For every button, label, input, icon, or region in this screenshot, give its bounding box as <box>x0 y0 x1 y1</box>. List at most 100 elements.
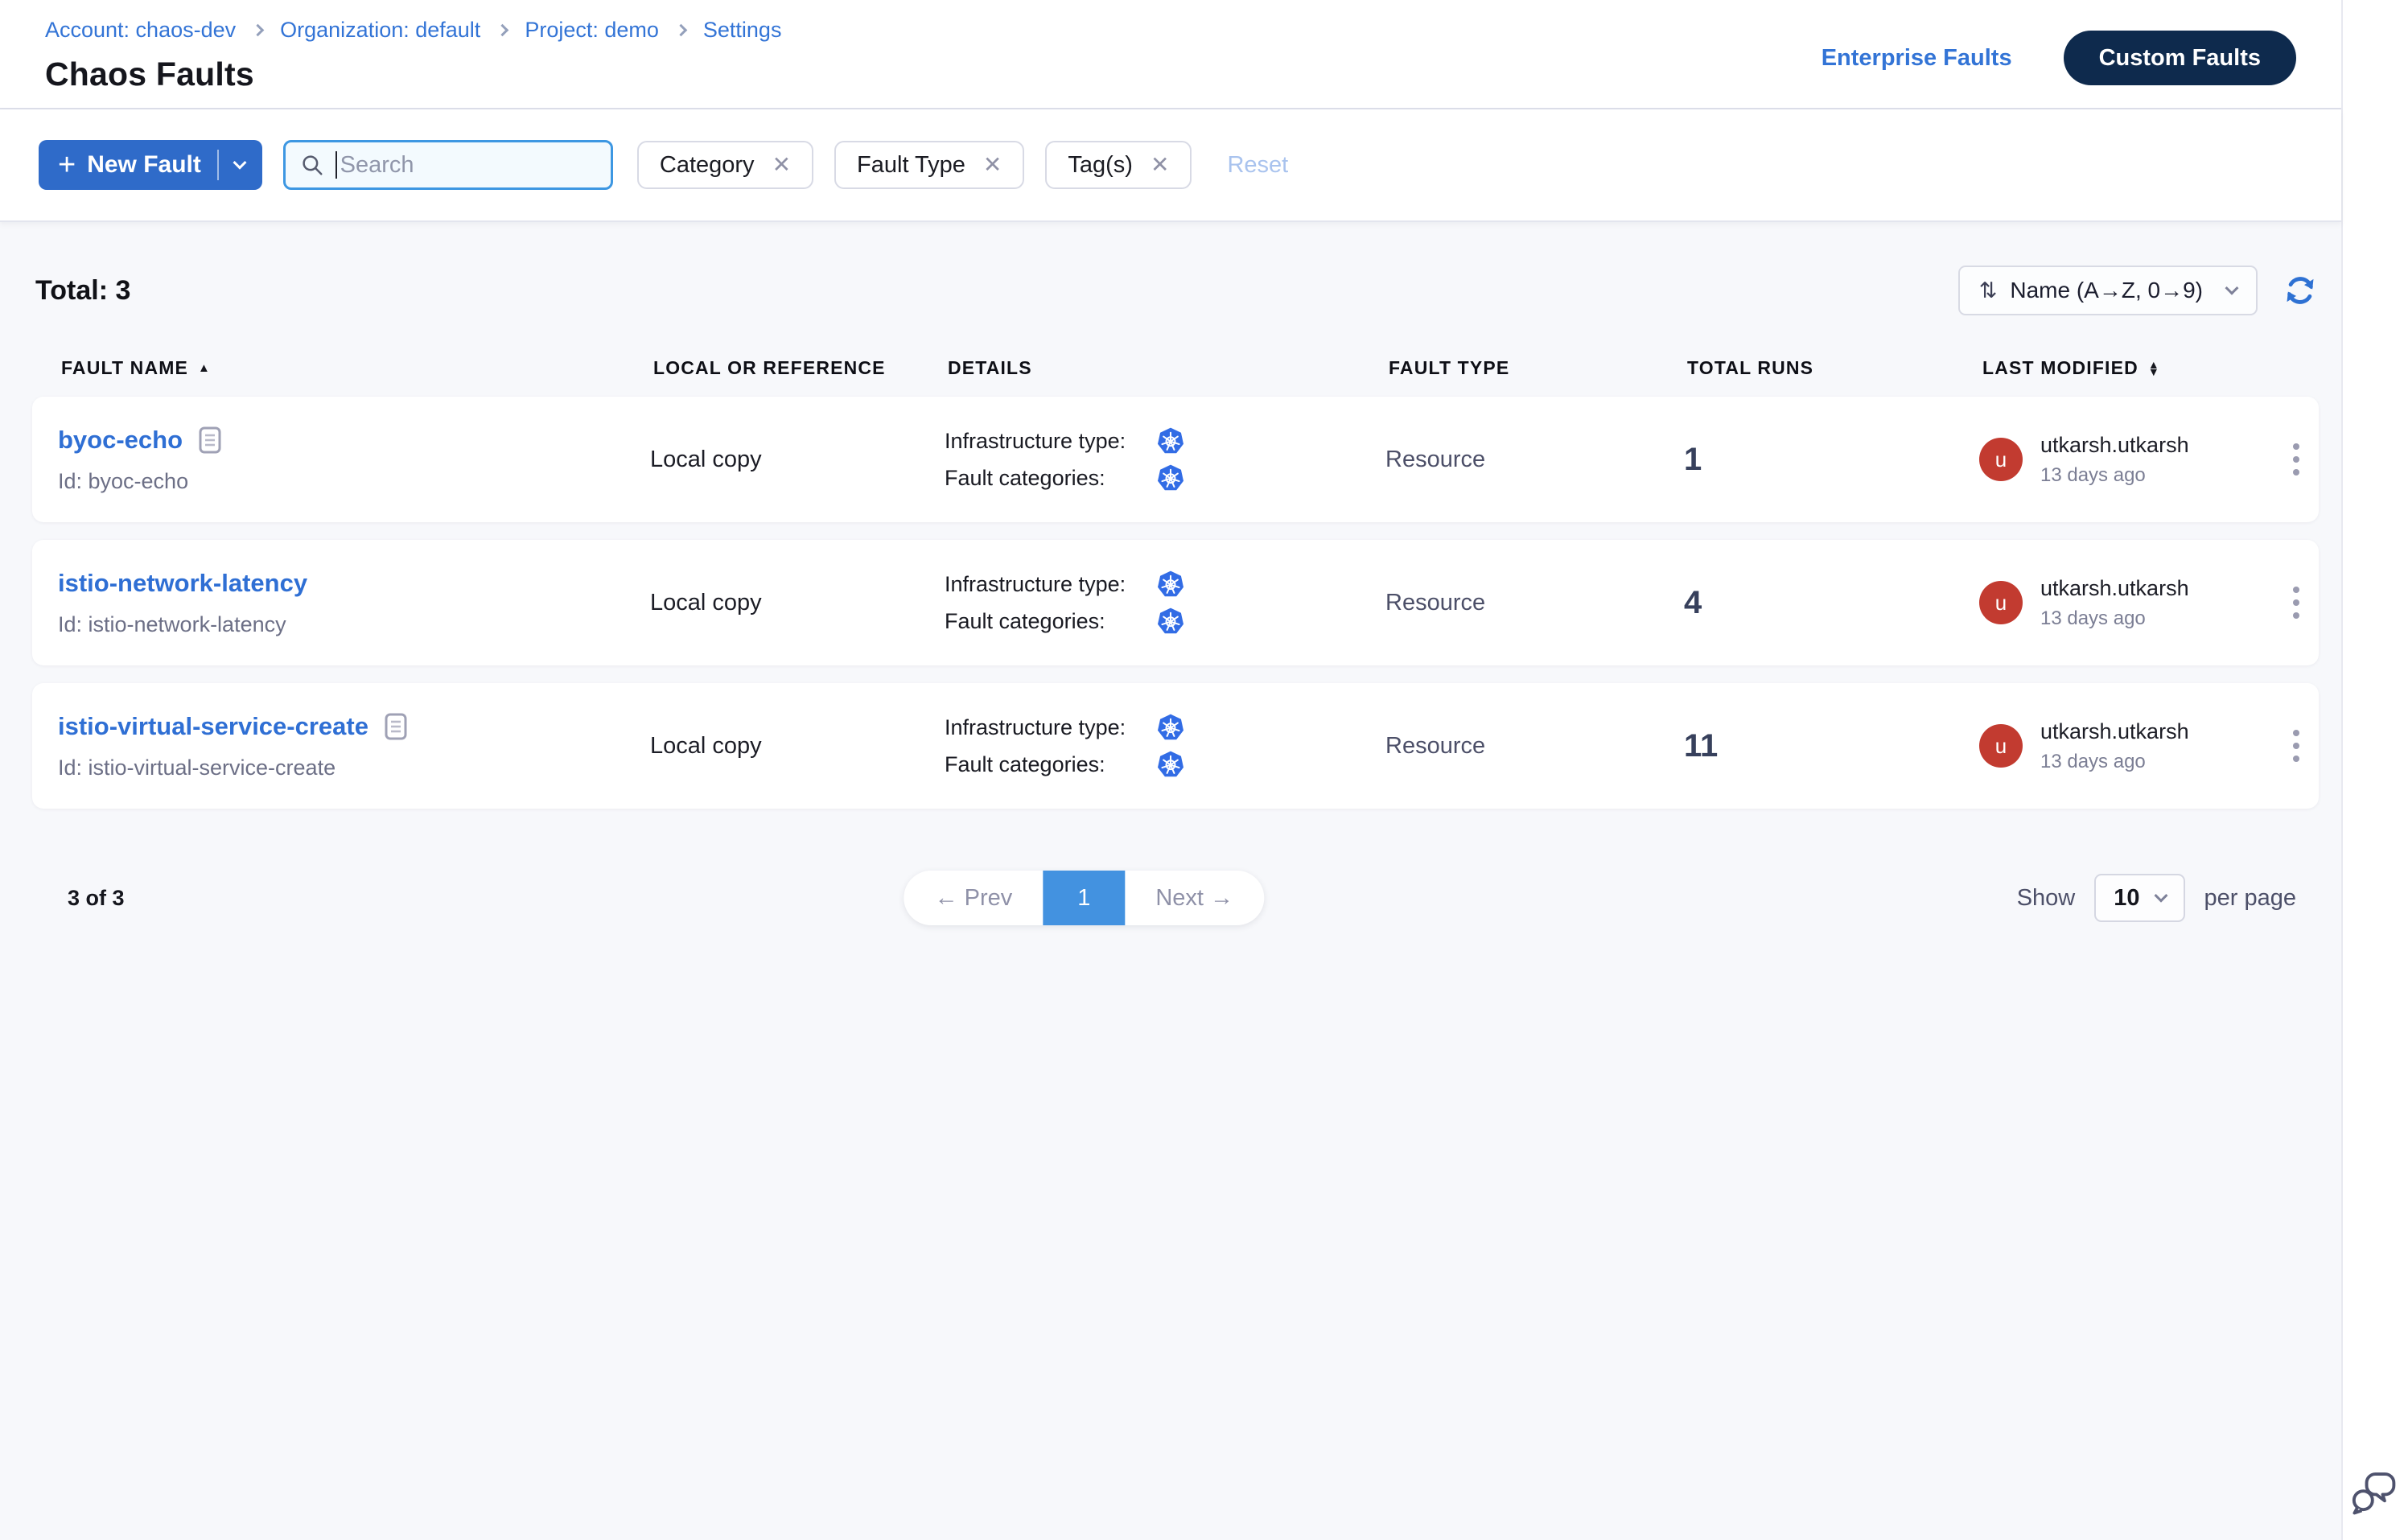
description-icon <box>385 713 407 740</box>
avatar: u <box>1979 438 2023 481</box>
sort-select[interactable]: ⇅ Name (A→Z, 0→9) <box>1958 266 2258 315</box>
column-header-total-runs: TOTAL RUNS <box>1687 357 1982 379</box>
new-fault-button[interactable]: + New Fault <box>39 140 262 190</box>
fault-type-cell: Resource <box>1385 590 1684 616</box>
last-modified-cell: u utkarsh.utkarsh 13 days ago <box>1979 576 2285 630</box>
fault-categories-label: Fault categories: <box>945 466 1138 491</box>
column-header-last-modified[interactable]: LAST MODIFIED ▲▼ <box>1982 357 2288 379</box>
kubernetes-icon <box>1157 427 1184 455</box>
fault-id: Id: istio-virtual-service-create <box>58 756 650 780</box>
show-label: Show <box>2017 885 2076 912</box>
fault-categories-label: Fault categories: <box>945 752 1138 777</box>
column-header-local-or-reference: LOCAL OR REFERENCE <box>653 357 948 379</box>
filter-chips: Category ✕ Fault Type ✕ Tag(s) ✕ <box>637 141 1192 189</box>
description-icon <box>199 426 221 454</box>
table-header-row: FAULT NAME ▲ LOCAL OR REFERENCE DETAILS … <box>32 357 2319 379</box>
chat-bubbles-icon <box>2350 1470 2397 1515</box>
infrastructure-type-label: Infrastructure type: <box>945 572 1138 597</box>
avatar: u <box>1979 724 2023 768</box>
close-icon[interactable]: ✕ <box>983 154 1002 176</box>
kubernetes-icon <box>1157 464 1184 492</box>
breadcrumb-project-link[interactable]: Project: demo <box>525 18 659 43</box>
chevron-down-icon <box>2154 889 2167 903</box>
refresh-button[interactable] <box>2282 272 2319 309</box>
total-runs-cell: 4 <box>1684 585 1979 621</box>
total-runs-cell: 11 <box>1684 728 1979 764</box>
row-menu-button[interactable] <box>2285 722 2307 770</box>
row-menu-button[interactable] <box>2285 579 2307 627</box>
modified-by: utkarsh.utkarsh <box>2040 576 2189 601</box>
column-label: FAULT TYPE <box>1389 357 1509 379</box>
modified-time: 13 days ago <box>2040 751 2189 773</box>
fault-id: Id: byoc-echo <box>58 469 650 494</box>
chevron-right-icon <box>252 24 265 37</box>
pager: ← Prev 1 Next → <box>904 871 1264 925</box>
search-input[interactable] <box>340 152 596 179</box>
last-modified-cell: u utkarsh.utkarsh 13 days ago <box>1979 433 2285 487</box>
fault-name-cell: istio-network-latency Id: istio-network-… <box>58 569 650 637</box>
modified-time: 13 days ago <box>2040 464 2189 487</box>
modified-by: utkarsh.utkarsh <box>2040 433 2189 458</box>
page-size-controls: Show 10 per page <box>2017 874 2296 922</box>
fault-row-byoc-echo[interactable]: byoc-echo Id: byoc-echo Local copy Infra… <box>32 397 2319 522</box>
column-label: LOCAL OR REFERENCE <box>653 357 886 379</box>
total-count: Total: 3 <box>35 275 130 307</box>
close-icon[interactable]: ✕ <box>1151 154 1169 176</box>
filter-chip-category[interactable]: Category ✕ <box>637 141 813 189</box>
fault-name-link[interactable]: istio-network-latency <box>58 569 307 598</box>
infrastructure-type-label: Infrastructure type: <box>945 715 1138 740</box>
header-actions: Enterprise Faults Custom Faults <box>1822 31 2296 85</box>
reset-filters-button[interactable]: Reset <box>1227 152 1288 179</box>
custom-faults-button[interactable]: Custom Faults <box>2064 31 2296 85</box>
page-1-button[interactable]: 1 <box>1043 871 1125 925</box>
prev-page-button[interactable]: ← Prev <box>904 871 1044 925</box>
page-header: Account: chaos-dev Organization: default… <box>0 0 2341 109</box>
sort-controls: ⇅ Name (A→Z, 0→9) <box>1958 266 2319 315</box>
kubernetes-icon <box>1157 607 1184 635</box>
chevron-down-icon <box>2225 282 2239 295</box>
enterprise-faults-link[interactable]: Enterprise Faults <box>1822 45 2012 72</box>
breadcrumb-settings-link[interactable]: Settings <box>703 18 782 43</box>
fault-row-istio-virtual-service-create[interactable]: istio-virtual-service-create Id: istio-v… <box>32 683 2319 809</box>
column-header-details: DETAILS <box>948 357 1389 379</box>
column-header-fault-type: FAULT TYPE <box>1389 357 1687 379</box>
fault-name-cell: byoc-echo Id: byoc-echo <box>58 426 650 494</box>
close-icon[interactable]: ✕ <box>772 154 791 176</box>
breadcrumb-account-link[interactable]: Account: chaos-dev <box>45 18 236 43</box>
filter-chip-tags[interactable]: Tag(s) ✕ <box>1045 141 1192 189</box>
fault-row-istio-network-latency[interactable]: istio-network-latency Id: istio-network-… <box>32 540 2319 665</box>
fault-name-link[interactable]: istio-virtual-service-create <box>58 712 368 741</box>
sort-updown-icon: ⇅ <box>1979 278 1998 303</box>
chip-label: Tag(s) <box>1068 152 1133 179</box>
sort-label: Name (A→Z, 0→9) <box>2010 278 2203 303</box>
pagination-summary: 3 of 3 <box>68 886 125 911</box>
details-cell: Infrastructure type: Fault categories: <box>945 714 1385 778</box>
fault-name-link[interactable]: byoc-echo <box>58 426 183 455</box>
main-area: Account: chaos-dev Organization: default… <box>0 0 2341 1540</box>
local-or-reference-cell: Local copy <box>650 733 945 760</box>
kubernetes-icon <box>1157 570 1184 598</box>
text-caret <box>335 151 337 179</box>
next-page-button[interactable]: Next → <box>1125 871 1264 925</box>
infrastructure-type-label: Infrastructure type: <box>945 429 1138 454</box>
local-or-reference-cell: Local copy <box>650 447 945 473</box>
search-box[interactable] <box>283 140 613 190</box>
page-size-select[interactable]: 10 <box>2094 874 2184 922</box>
avatar: u <box>1979 581 2023 624</box>
fault-type-cell: Resource <box>1385 447 1684 473</box>
row-menu-button[interactable] <box>2285 435 2307 484</box>
content-area: Total: 3 ⇅ Name (A→Z, 0→9) <box>0 222 2341 1540</box>
chat-support-button[interactable] <box>2350 1470 2397 1519</box>
fault-id: Id: istio-network-latency <box>58 612 650 637</box>
page-title: Chaos Faults <box>45 56 781 93</box>
column-label: TOTAL RUNS <box>1687 357 1813 379</box>
new-fault-label: New Fault <box>87 151 201 179</box>
chevron-down-icon[interactable] <box>233 156 246 170</box>
chip-label: Fault Type <box>857 152 965 179</box>
kubernetes-icon <box>1157 714 1184 741</box>
column-label: LAST MODIFIED <box>1982 357 2138 379</box>
column-header-fault-name[interactable]: FAULT NAME ▲ <box>61 357 653 379</box>
filter-chip-fault-type[interactable]: Fault Type ✕ <box>834 141 1024 189</box>
right-rail <box>2341 0 2404 1540</box>
breadcrumb-organization-link[interactable]: Organization: default <box>280 18 480 43</box>
